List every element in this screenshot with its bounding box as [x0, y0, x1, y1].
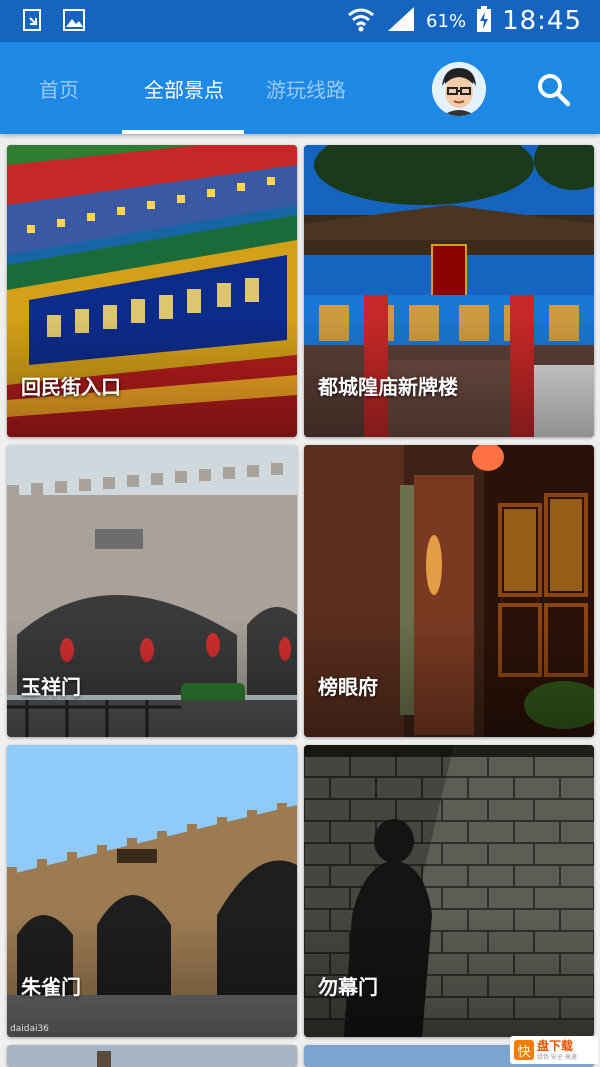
attraction-card-huiminjie[interactable]: 回民街入口	[7, 145, 297, 437]
attraction-name: 榜眼府	[318, 675, 378, 699]
tab-tour-routes[interactable]: 游玩线路	[266, 42, 346, 134]
attraction-card-partial[interactable]	[7, 1045, 297, 1067]
status-bar: 61% 18:45	[0, 0, 600, 42]
attraction-name: 勿幕门	[318, 975, 378, 999]
battery-percent: 61%	[426, 10, 467, 32]
attraction-name: 玉祥门	[21, 675, 81, 699]
tab-all-attractions[interactable]: 全部景点	[144, 42, 224, 134]
attraction-card-bangyanfu[interactable]: 榜眼府	[304, 445, 594, 737]
battery-charging-icon	[476, 5, 492, 37]
attraction-card-zhuquemen[interactable]: 朱雀门	[7, 745, 297, 1037]
badge-subtitle: 绿色·安全·高速	[537, 1053, 577, 1061]
attraction-card-yuxiangmen[interactable]: 玉祥门	[7, 445, 297, 737]
attraction-name: 回民街入口	[21, 375, 121, 399]
active-tab-indicator	[122, 130, 244, 134]
wifi-icon	[346, 4, 376, 38]
tab-home[interactable]: 首页	[39, 42, 79, 134]
attraction-card-chenghuangmiao[interactable]: 都城隍庙新牌楼	[304, 145, 594, 437]
search-icon	[538, 74, 571, 107]
avatar[interactable]	[432, 62, 486, 116]
signal-icon	[386, 5, 416, 37]
download-notification-icon	[22, 8, 44, 36]
badge-logo-icon: 快	[514, 1040, 534, 1060]
attraction-photo	[7, 1045, 297, 1067]
attraction-card-wumumen[interactable]: 勿幕门	[304, 745, 594, 1037]
badge-title: 盘下载	[537, 1038, 574, 1053]
attraction-name: 朱雀门	[21, 975, 81, 999]
download-site-badge: 快 盘下载 绿色·安全·高速	[510, 1036, 598, 1064]
photo-credit: daidai36	[10, 1024, 49, 1034]
app-bar: 首页 全部景点 游玩线路	[0, 42, 600, 134]
status-clock: 18:45	[502, 6, 582, 36]
search-button[interactable]	[536, 72, 572, 108]
attraction-name: 都城隍庙新牌楼	[318, 375, 458, 399]
image-notification-icon	[62, 8, 86, 36]
